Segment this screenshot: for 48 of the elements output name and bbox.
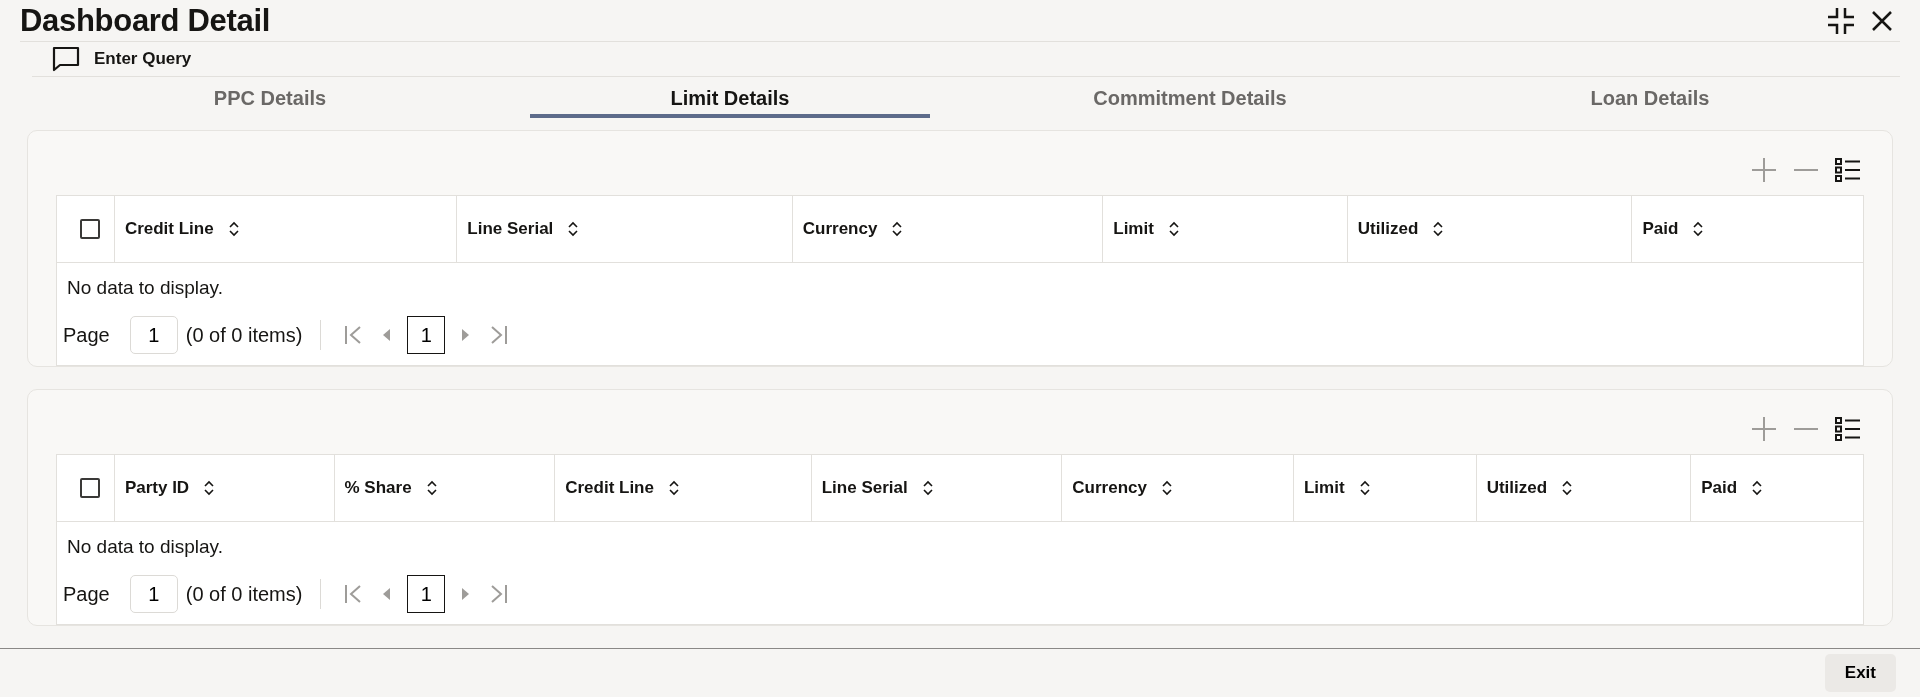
empty-message: No data to display. [66, 276, 224, 300]
column-header[interactable]: Paid [1642, 219, 1679, 239]
tab[interactable]: Commitment Details [990, 77, 1390, 118]
page-label: Page [63, 582, 110, 606]
column-header[interactable]: Utilized [1357, 219, 1419, 239]
sort-icon[interactable] [921, 479, 934, 497]
sort-icon[interactable] [567, 220, 580, 238]
select-all-checkbox[interactable] [80, 478, 101, 498]
tab[interactable]: Limit Details [530, 77, 930, 118]
tab[interactable]: PPC Details [70, 77, 470, 118]
speech-bubble-icon [52, 46, 80, 72]
sort-icon[interactable] [227, 220, 240, 238]
page-input[interactable]: 1 [129, 575, 178, 613]
sort-icon[interactable] [1358, 479, 1371, 497]
column-header[interactable]: Currency [1072, 478, 1147, 498]
sort-icon[interactable] [891, 220, 904, 238]
page-label: Page [63, 323, 110, 347]
exit-button[interactable]: Exit [1824, 654, 1896, 692]
sort-icon[interactable] [203, 479, 216, 497]
sort-icon[interactable] [425, 479, 438, 497]
empty-message: No data to display. [66, 535, 224, 559]
item-count: (0 of 0 items) [185, 323, 303, 347]
sort-icon[interactable] [667, 479, 680, 497]
column-header[interactable]: Limit [1303, 478, 1345, 498]
sort-icon[interactable] [1167, 220, 1180, 238]
column-header[interactable]: Credit Line [565, 478, 654, 498]
column-header[interactable]: Party ID [124, 478, 190, 498]
sort-icon[interactable] [1692, 220, 1705, 238]
sort-icon[interactable] [1432, 220, 1445, 238]
enter-query-button[interactable]: Enter Query [46, 42, 198, 76]
column-header[interactable]: Line Serial [467, 219, 554, 239]
tab[interactable]: Loan Details [1450, 77, 1850, 118]
item-count: (0 of 0 items) [185, 582, 303, 606]
column-header[interactable]: % Share [344, 478, 412, 498]
column-header[interactable]: Limit [1113, 219, 1154, 239]
sort-icon[interactable] [1751, 479, 1764, 497]
column-header[interactable]: Paid [1701, 478, 1738, 498]
page-input[interactable]: 1 [129, 316, 178, 354]
current-page-button[interactable]: 1 [407, 316, 446, 354]
window-title: Dashboard Detail [20, 2, 271, 39]
current-page-button[interactable]: 1 [407, 575, 446, 613]
sort-icon[interactable] [1160, 479, 1173, 497]
column-header[interactable]: Currency [802, 219, 878, 239]
sort-icon[interactable] [1561, 479, 1574, 497]
column-header[interactable]: Line Serial [821, 478, 908, 498]
select-all-checkbox[interactable] [80, 219, 101, 239]
column-header[interactable]: Credit Line [124, 219, 214, 239]
column-header[interactable]: Utilized [1486, 478, 1548, 498]
